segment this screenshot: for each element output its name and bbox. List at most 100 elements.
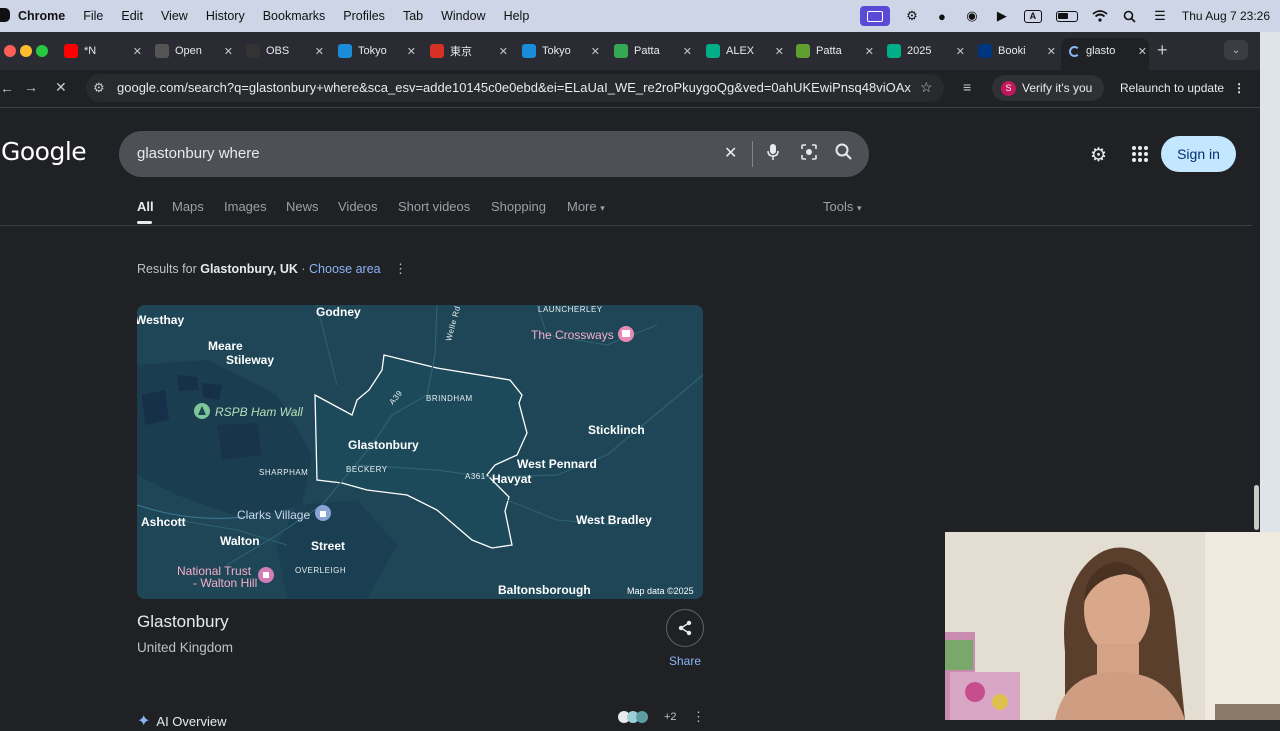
choose-area-link[interactable]: Choose area <box>309 262 381 276</box>
menubar-clock[interactable]: Thu Aug 7 23:26 <box>1182 9 1270 23</box>
place-subtitle: United Kingdom <box>137 640 234 655</box>
tab-all[interactable]: All <box>137 199 154 214</box>
map-label-stileway: Stileway <box>226 353 275 367</box>
bookmark-star-icon[interactable]: ☆ <box>920 79 933 96</box>
site-info-icon[interactable]: ⚙ <box>93 80 105 96</box>
battery-icon[interactable] <box>1055 10 1078 22</box>
browser-tab[interactable]: OBS ✕ <box>246 38 330 64</box>
tab-shopping[interactable]: Shopping <box>491 199 546 214</box>
menu-app-name[interactable]: Chrome <box>0 9 74 23</box>
tab-close-icon[interactable]: ✕ <box>775 45 784 58</box>
relaunch-to-update-button[interactable]: Relaunch to update ⋮ <box>1110 75 1248 101</box>
spotlight-search-icon[interactable] <box>1122 9 1138 23</box>
share-label[interactable]: Share <box>669 654 701 668</box>
google-apps-icon[interactable] <box>1132 146 1148 162</box>
verify-identity-chip[interactable]: S Verify it's you <box>992 75 1104 101</box>
tab-close-icon[interactable]: ✕ <box>224 45 233 58</box>
map-label-street: Street <box>311 539 346 553</box>
results-for-line: Results for Glastonbury, UK · Choose are… <box>137 262 381 276</box>
tab-close-icon[interactable]: ✕ <box>315 45 324 58</box>
wifi-icon[interactable] <box>1092 9 1108 23</box>
search-input[interactable]: glastonbury where <box>137 145 260 162</box>
input-source-icon[interactable]: A <box>1023 9 1042 23</box>
map-preview[interactable]: Westhay Godney LAUNCHERLEY The Crossways… <box>137 305 703 599</box>
search-icon[interactable] <box>835 143 852 165</box>
tab-search-button[interactable]: ⌄ <box>1224 40 1248 60</box>
apple-menu-icon[interactable] <box>0 8 10 22</box>
scrollbar-thumb[interactable] <box>1254 485 1259 530</box>
tab-title: 東京 <box>450 46 472 58</box>
tab-news[interactable]: News <box>286 199 319 214</box>
ai-overview-header[interactable]: ✦ AI Overview <box>137 711 226 731</box>
tab-close-icon[interactable]: ✕ <box>499 45 508 58</box>
browser-tab[interactable]: Tokyo ✕ <box>338 38 422 64</box>
reading-list-icon[interactable]: ≡ <box>963 79 971 95</box>
tab-close-icon[interactable]: ✕ <box>1047 45 1056 58</box>
stop-loading-icon[interactable]: ✕ <box>55 79 67 96</box>
google-logo[interactable]: Google <box>1 137 87 166</box>
browser-tab[interactable]: 東京 ✕ <box>430 38 514 64</box>
menu-view[interactable]: View <box>152 9 197 23</box>
control-center-icon[interactable]: ☰ <box>1152 8 1168 23</box>
menu-profiles[interactable]: Profiles <box>334 9 394 23</box>
menu-bookmarks[interactable]: Bookmarks <box>254 9 335 23</box>
more-vert-icon[interactable]: ⋮ <box>1233 81 1245 95</box>
menu-file[interactable]: File <box>74 9 112 23</box>
tab-close-icon[interactable]: ✕ <box>591 45 600 58</box>
browser-tab[interactable]: Open ✕ <box>155 38 239 64</box>
minimize-window-button[interactable] <box>20 45 32 57</box>
menu-edit[interactable]: Edit <box>112 9 152 23</box>
menu-help[interactable]: Help <box>495 9 539 23</box>
lens-search-icon[interactable] <box>800 143 818 166</box>
more-options-icon[interactable]: ⋮ <box>394 261 407 277</box>
gear-status-icon[interactable]: ⚙ <box>904 8 920 23</box>
web-icon <box>522 44 536 58</box>
tab-close-icon[interactable]: ✕ <box>865 45 874 58</box>
settings-gear-icon[interactable]: ⚙ <box>1090 144 1107 167</box>
results-for-prefix: Results for <box>137 262 201 276</box>
browser-tab[interactable]: *N ✕ <box>64 38 148 64</box>
url-text[interactable]: google.com/search?q=glastonbury+where&sc… <box>117 80 912 95</box>
tab-videos[interactable]: Videos <box>338 199 378 214</box>
tab-close-icon[interactable]: ✕ <box>1138 45 1147 58</box>
tools-button[interactable]: Tools ▾ <box>823 199 862 214</box>
map-label-overleigh: OVERLEIGH <box>295 566 347 575</box>
tab-title: Tokyo <box>542 45 571 57</box>
share-button[interactable] <box>666 609 704 647</box>
map-label-brindham: BRINDHAM <box>426 394 473 403</box>
tab-short-videos[interactable]: Short videos <box>398 199 470 214</box>
tab-close-icon[interactable]: ✕ <box>407 45 416 58</box>
tab-close-icon[interactable]: ✕ <box>956 45 965 58</box>
map-pin-icon <box>614 44 628 58</box>
tab-close-icon[interactable]: ✕ <box>133 45 142 58</box>
menu-tab[interactable]: Tab <box>394 9 432 23</box>
menu-window[interactable]: Window <box>432 9 494 23</box>
browser-tab[interactable]: glasto ✕ <box>1069 38 1153 64</box>
voice-search-icon[interactable] <box>766 143 780 166</box>
browser-tab[interactable]: Booki ✕ <box>978 38 1062 64</box>
back-arrow-icon[interactable]: ← <box>0 80 14 96</box>
tab-more[interactable]: More ▾ <box>567 199 605 214</box>
menu-history[interactable]: History <box>197 9 254 23</box>
close-window-button[interactable] <box>4 45 16 57</box>
browser-tab[interactable]: 2025 ✕ <box>887 38 971 64</box>
play-status-icon[interactable]: ▶ <box>994 8 1010 23</box>
tab-images[interactable]: Images <box>224 199 267 214</box>
app-status-icon[interactable]: ◉ <box>964 8 980 23</box>
verify-label: Verify it's you <box>1022 81 1093 95</box>
forward-arrow-icon[interactable]: → <box>24 79 38 95</box>
browser-tab[interactable]: Tokyo ✕ <box>522 38 606 64</box>
record-status-icon[interactable]: ● <box>934 9 950 24</box>
tab-maps[interactable]: Maps <box>172 199 204 214</box>
browser-tab[interactable]: Patta ✕ <box>796 38 880 64</box>
screen-share-icon[interactable] <box>859 6 890 26</box>
browser-tab[interactable]: Patta ✕ <box>614 38 698 64</box>
sign-in-button[interactable]: Sign in <box>1161 136 1236 172</box>
ai-more-icon[interactable]: ⋮ <box>692 709 705 725</box>
zoom-window-button[interactable] <box>36 45 48 57</box>
browser-tab[interactable]: ALEX ✕ <box>706 38 790 64</box>
ai-source-avatars[interactable] <box>618 711 658 723</box>
clear-search-icon[interactable]: ✕ <box>724 143 737 163</box>
new-tab-button[interactable]: + <box>1157 40 1168 61</box>
tab-close-icon[interactable]: ✕ <box>683 45 692 58</box>
